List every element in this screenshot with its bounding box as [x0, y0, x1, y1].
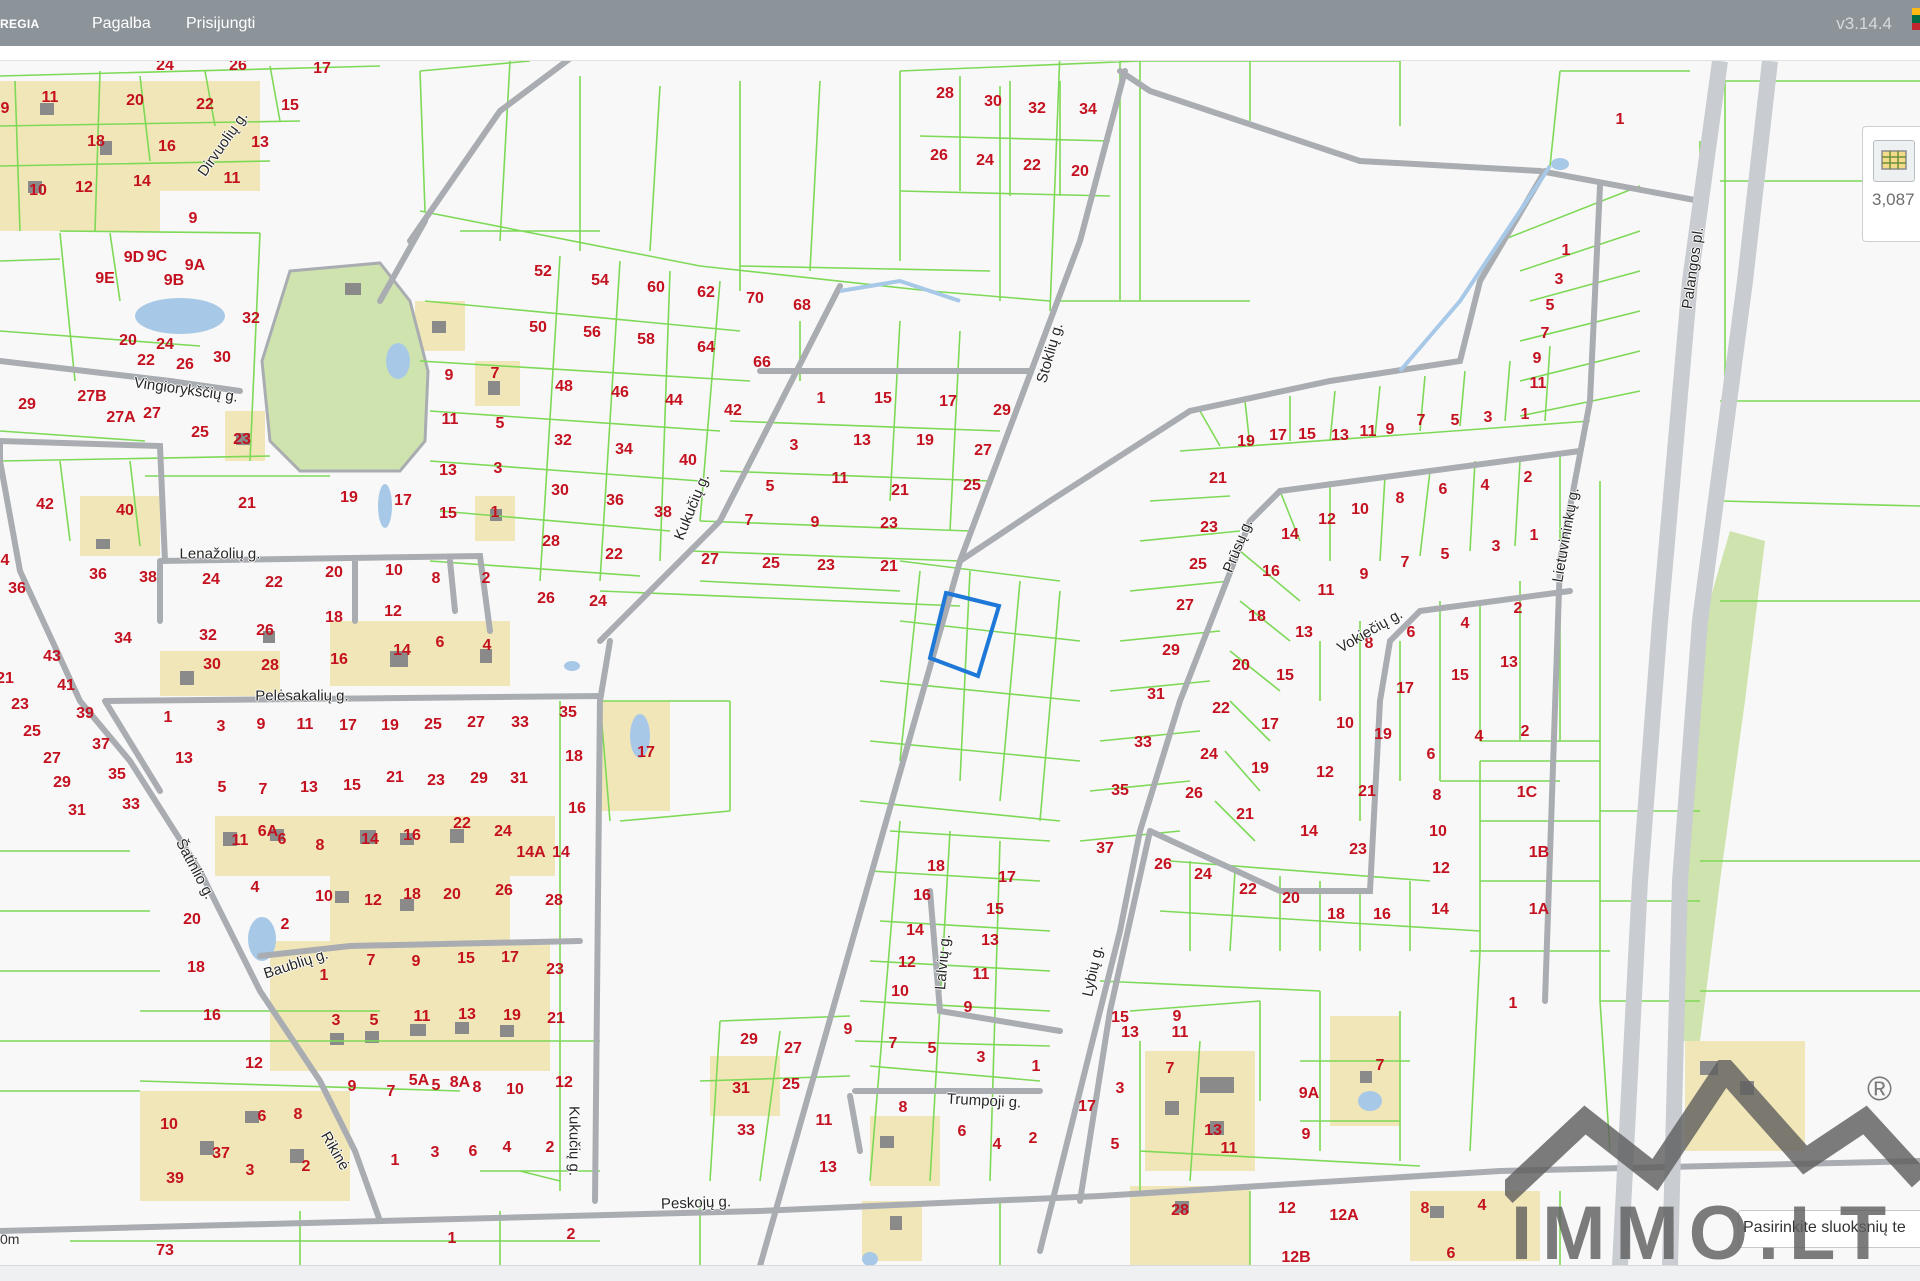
watermark-text: IMMO.LT [1511, 1191, 1897, 1276]
menu-help[interactable]: Pagalba [92, 15, 151, 33]
top-toolbar: REGIA Pagalba Prisijungti v3.14.4 [0, 0, 1920, 46]
registered-mark: ® [1867, 1070, 1893, 1108]
status-bar [0, 1265, 1920, 1281]
layers-panel-toggle: 3,087 [1862, 126, 1920, 242]
app-brand[interactable]: REGIA [0, 17, 40, 31]
menu-login[interactable]: Prisijungti [186, 15, 255, 33]
flag-icon [1912, 8, 1920, 30]
layers-icon [1881, 150, 1907, 170]
layers-button[interactable] [1873, 140, 1915, 182]
version-label: v3.14.4 [1836, 14, 1892, 33]
layer-count: 3,087 [1872, 190, 1915, 209]
scale-bar-label: 0m [0, 1231, 20, 1247]
watermark-logo: ® IMMO.LT [1497, 1052, 1920, 1276]
ditches [839, 164, 1552, 373]
